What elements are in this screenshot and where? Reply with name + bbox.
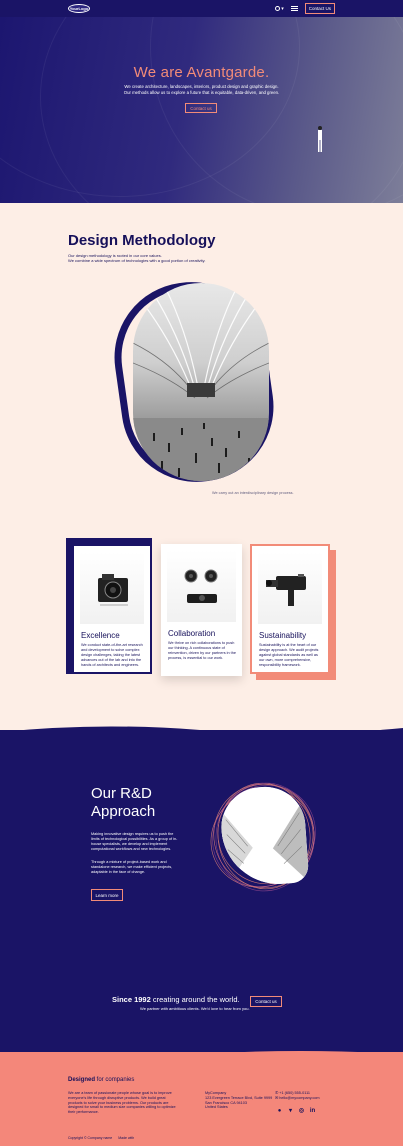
- address-line: United States: [205, 1105, 228, 1110]
- menu-icon[interactable]: [290, 6, 298, 11]
- hero-contact-button[interactable]: Contact us: [185, 103, 217, 113]
- card-text: We conduct state-of-the-art research and…: [81, 643, 143, 667]
- rd-paragraph: Making innovative design requires us to …: [91, 832, 178, 851]
- since-rest: creating around the world.: [150, 995, 240, 1004]
- card-title: Excellence: [81, 631, 120, 640]
- methodology-description: Our design methodology is rooted in our …: [68, 253, 205, 263]
- rd-title-line: Our R&D: [91, 785, 152, 802]
- nav-contact-button[interactable]: Contact Us: [304, 3, 335, 14]
- footer-copyright: Copyright © Company name Made with: [68, 1136, 134, 1140]
- github-icon[interactable]: ●: [276, 1107, 283, 1114]
- card-text: We thrive on rich collaborations to push…: [168, 641, 236, 660]
- card-collaboration: Collaboration We thrive on rich collabor…: [161, 544, 242, 676]
- language-selector[interactable]: ▾: [275, 6, 284, 12]
- footer-address: MyCompany 123 Evergreen Terrace Blvd, Su…: [205, 1091, 272, 1110]
- footer-title-rest: for companies: [95, 1077, 135, 1083]
- instagram-icon[interactable]: ◎: [298, 1107, 305, 1114]
- card-sustainability: Sustainability Sustainability is at the …: [250, 544, 330, 674]
- architecture-illustration: [133, 286, 269, 481]
- made-with-text: Made with: [118, 1136, 135, 1140]
- methodology-line: We combine a wide spectrum of technologi…: [68, 258, 206, 263]
- lens-icon: [184, 569, 218, 603]
- card-excellence: Excellence We conduct state-of-the-art r…: [72, 544, 152, 674]
- since-year: Since 1992: [112, 995, 151, 1004]
- footer-description: We are a team of passionate people whose…: [68, 1091, 176, 1115]
- twitter-icon[interactable]: ▾: [287, 1107, 294, 1114]
- hero-person-figure: [318, 126, 322, 152]
- rd-title: Our R&D Approach: [91, 785, 155, 821]
- card-image-film-camera: [258, 552, 322, 624]
- card-title: Sustainability: [259, 631, 307, 640]
- since-heading: Since 1992 creating around the world.: [112, 995, 240, 1004]
- phone-number: +1 (650) 555-0111: [279, 1091, 311, 1095]
- email-line[interactable]: ✉ hello@mycompany.com: [275, 1096, 320, 1101]
- card-image-camera: [80, 552, 144, 624]
- rd-title-line: Approach: [91, 803, 156, 820]
- methodology-title: Design Methodology: [68, 232, 216, 249]
- linkedin-icon[interactable]: in: [309, 1107, 316, 1114]
- hero-title: We are Avantgarde.: [133, 64, 270, 81]
- methodology-caption: We carry out an interdisciplinary design…: [212, 491, 294, 495]
- rd-learn-more-button[interactable]: Learn more: [91, 889, 123, 901]
- globe-icon: [275, 6, 281, 11]
- footer-social-links: ● ▾ ◎ in: [276, 1107, 316, 1115]
- address-line: 123 Evergreen Terrace Blvd, Suite 9999: [205, 1095, 273, 1100]
- footer-contact: ✆ +1 (650) 555-0111 ✉ hello@mycompany.co…: [275, 1091, 320, 1101]
- copyright-text: Copyright © Company name: [68, 1136, 113, 1140]
- footer-title: Designed for companies: [68, 1077, 134, 1083]
- footer-title-bold: Designed: [68, 1077, 96, 1083]
- hero-subtitle: We create architecture, landscapes, inte…: [0, 84, 403, 96]
- hero-subtitle-line: Our methods allow us to explore a future…: [123, 90, 280, 95]
- footer: [0, 1052, 403, 1146]
- top-navbar: YourLogo ▾ Contact Us: [0, 0, 403, 17]
- card-text: Sustainability is at the heart of our de…: [259, 643, 319, 667]
- since-subtitle: We partner with ambitious clients. We'd …: [140, 1006, 250, 1011]
- email-address: hello@mycompany.com: [279, 1096, 320, 1100]
- nav-right: ▾ Contact Us: [275, 3, 335, 14]
- company-logo[interactable]: YourLogo: [68, 4, 90, 13]
- card-image-lenses: [167, 550, 236, 622]
- card-title: Collaboration: [168, 629, 216, 638]
- chevron-down-icon: ▾: [281, 5, 284, 12]
- methodology-architecture-photo: [133, 283, 269, 481]
- film-camera-icon: [266, 574, 306, 606]
- rd-paragraph: Through a mixture of project-based work …: [91, 860, 173, 874]
- camera-icon: [98, 574, 128, 606]
- since-contact-button[interactable]: Contact us: [250, 996, 282, 1007]
